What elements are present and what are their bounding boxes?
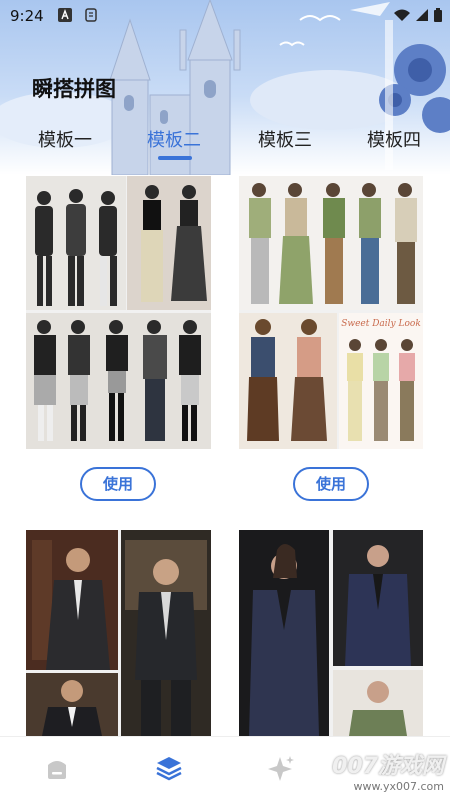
app-icon bbox=[85, 8, 97, 22]
use-template-button[interactable]: 使用 bbox=[293, 467, 369, 501]
template-thumbnail[interactable] bbox=[26, 530, 211, 736]
collage-photo bbox=[239, 176, 423, 310]
collage-photo bbox=[26, 313, 211, 449]
template-thumbnail[interactable]: Sweet Daily Look bbox=[239, 176, 423, 449]
watermark-logo: 007游戏网 www.yx007.com bbox=[332, 748, 444, 793]
collage-photo bbox=[26, 530, 118, 670]
template-card[interactable] bbox=[26, 530, 211, 736]
template-card[interactable] bbox=[239, 530, 423, 736]
signal-icon bbox=[416, 9, 428, 21]
tab-template-1[interactable]: 模板一 bbox=[38, 126, 92, 152]
watermark-url: www.yx007.com bbox=[353, 780, 444, 793]
sparkle-icon[interactable] bbox=[266, 753, 296, 783]
watermark-text: 007游戏网 bbox=[332, 754, 444, 779]
collage-photo bbox=[26, 673, 118, 736]
active-tab-indicator bbox=[158, 156, 192, 160]
collage-photo bbox=[239, 313, 337, 449]
tab-template-3[interactable]: 模板三 bbox=[258, 126, 312, 152]
a-badge-icon bbox=[58, 8, 72, 22]
template-tabs: 模板一 模板二 模板三 模板四 bbox=[0, 126, 450, 166]
collage-photo bbox=[26, 176, 126, 310]
collage-photo bbox=[127, 176, 211, 310]
template-thumbnail[interactable] bbox=[26, 176, 211, 449]
collage-photo bbox=[333, 530, 423, 666]
battery-icon bbox=[434, 8, 442, 22]
collage-photo bbox=[239, 530, 329, 736]
collage-photo bbox=[333, 670, 423, 736]
wifi-icon bbox=[394, 9, 410, 21]
tab-template-4[interactable]: 模板四 bbox=[367, 126, 421, 152]
template-card[interactable]: Sweet Daily Look 使用 bbox=[239, 176, 423, 506]
home-icon[interactable] bbox=[42, 753, 72, 783]
page-title: 瞬搭拼图 bbox=[32, 77, 116, 101]
template-thumbnail[interactable] bbox=[239, 530, 423, 736]
status-bar: 9:24 bbox=[0, 0, 450, 32]
collage-photo: Sweet Daily Look bbox=[339, 313, 423, 449]
layers-icon[interactable] bbox=[154, 753, 184, 783]
tab-template-2[interactable]: 模板二 bbox=[147, 126, 201, 152]
collage-photo bbox=[121, 530, 211, 736]
template-card[interactable]: 使用 bbox=[26, 176, 211, 506]
use-template-button[interactable]: 使用 bbox=[80, 467, 156, 501]
status-time: 9:24 bbox=[10, 7, 44, 25]
